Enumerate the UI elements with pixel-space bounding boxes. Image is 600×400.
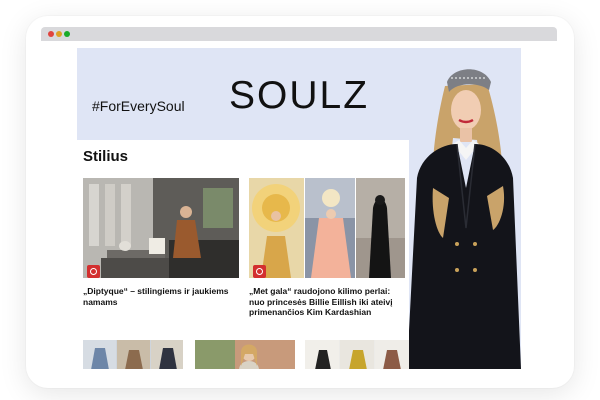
close-window-dot[interactable] (48, 31, 54, 37)
camera-icon (87, 265, 100, 278)
hero-banner[interactable]: SOULZ #ForEverySoul Stilius „Diptyque“ –… (77, 48, 521, 369)
article-panel: Stilius „Diptyque“ – stilingiems ir jauk… (77, 140, 409, 369)
article-thumbnail[interactable] (195, 340, 295, 369)
article-card[interactable] (249, 178, 405, 278)
camera-icon (253, 265, 266, 278)
model-photo (407, 48, 521, 369)
article-card[interactable] (83, 178, 239, 278)
brand-hashtag: #ForEverySoul (92, 98, 185, 114)
browser-window: SOULZ #ForEverySoul Stilius „Diptyque“ –… (41, 27, 557, 369)
article-thumbnail[interactable] (249, 178, 405, 278)
article-headline[interactable]: „Diptyque“ – stilingiems ir jaukiems nam… (83, 286, 239, 307)
brand-logo[interactable]: SOULZ (229, 74, 369, 118)
browser-titlebar (41, 27, 557, 41)
article-headline[interactable]: „Met gala“ raudojono kilimo perlai: nuo … (249, 286, 407, 318)
article-thumbnail[interactable] (83, 340, 183, 369)
article-thumbnail[interactable] (305, 340, 409, 369)
page-viewport: SOULZ #ForEverySoul Stilius „Diptyque“ –… (41, 41, 557, 369)
minimize-window-dot[interactable] (56, 31, 62, 37)
section-title[interactable]: Stilius (83, 148, 128, 165)
article-thumbnail[interactable] (83, 178, 239, 278)
presentation-stage: SOULZ #ForEverySoul Stilius „Diptyque“ –… (0, 0, 600, 400)
maximize-window-dot[interactable] (64, 31, 70, 37)
